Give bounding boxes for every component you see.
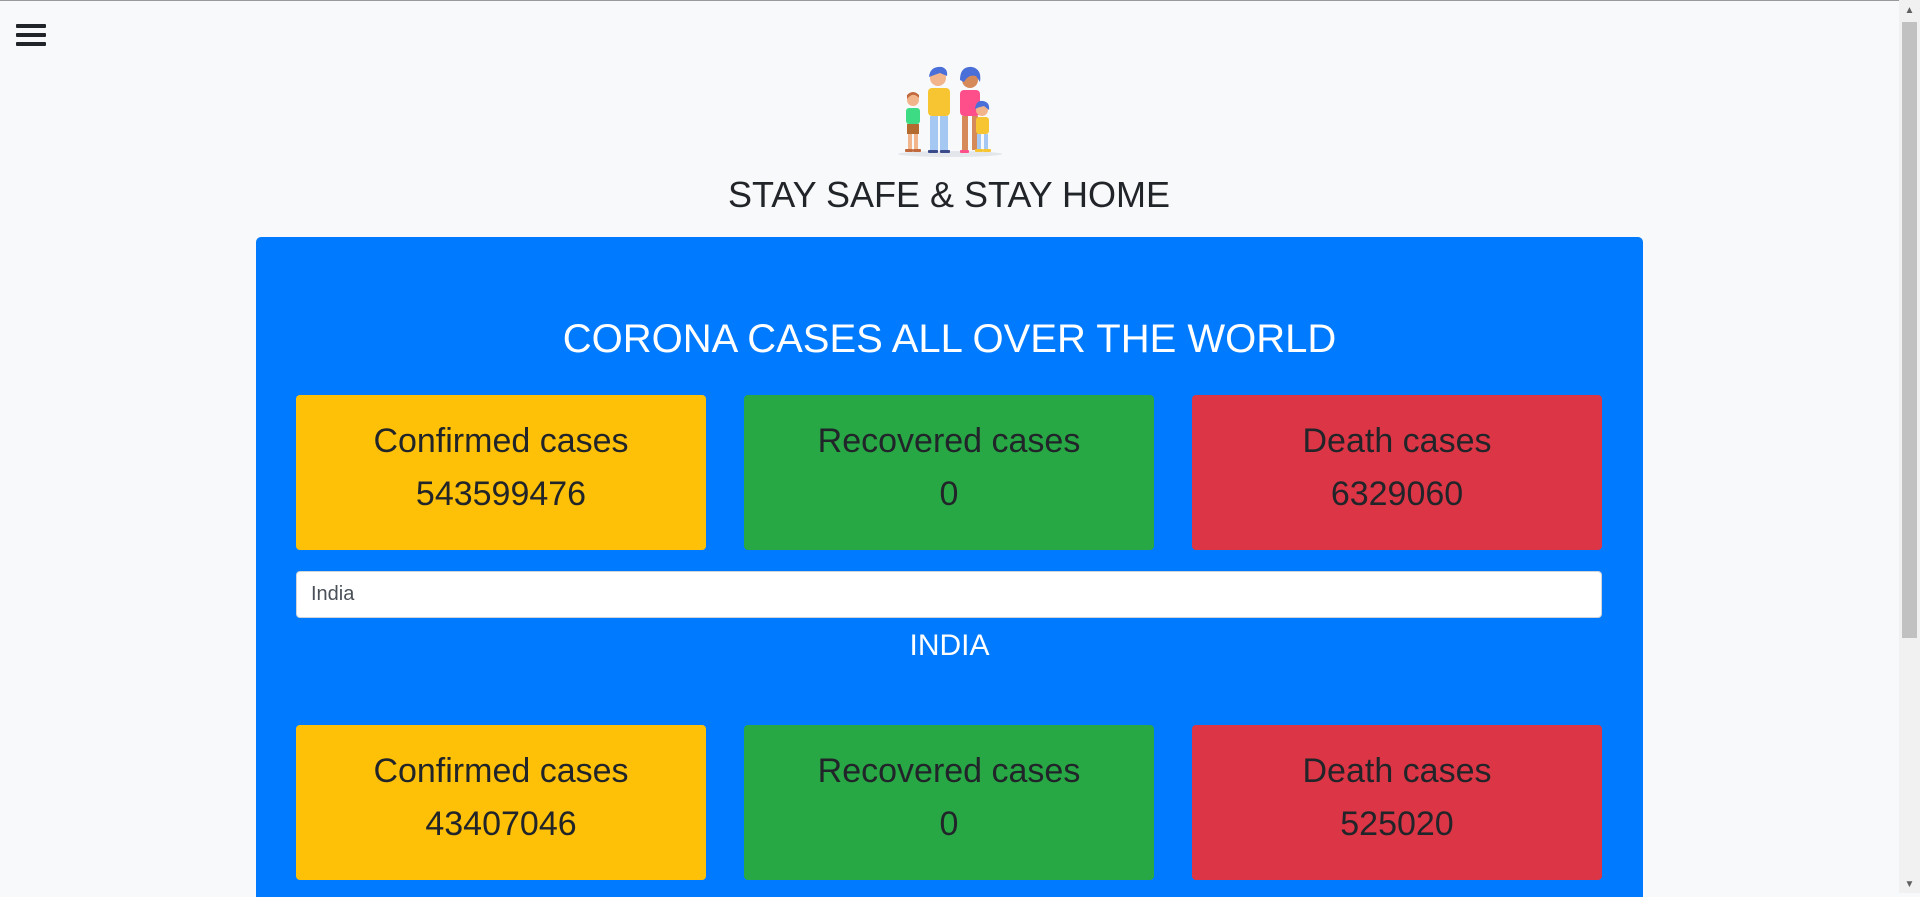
card-value: 0 <box>939 475 959 513</box>
country-name: INDIA <box>909 629 990 662</box>
world-recovered-card: Recovered cases 0 <box>744 395 1154 550</box>
card-label: Confirmed cases <box>373 752 629 790</box>
scroll-down-arrow-icon[interactable]: ▼ <box>1899 876 1920 893</box>
world-confirmed-card: Confirmed cases 543599476 <box>296 395 706 550</box>
card-label: Confirmed cases <box>373 422 629 460</box>
card-value: 6329060 <box>1330 475 1464 513</box>
window-top-border <box>0 0 1920 1</box>
card-value: 43407046 <box>425 805 577 843</box>
headline: STAY SAFE & STAY HOME <box>727 174 1171 215</box>
card-label: Death cases <box>1302 422 1492 460</box>
country-search-input[interactable] <box>296 571 1602 618</box>
menu-bar <box>16 24 46 28</box>
country-deaths-card: Death cases 525020 <box>1192 725 1602 880</box>
world-title: CORONA CASES ALL OVER THE WORLD <box>562 317 1337 361</box>
card-label: Recovered cases <box>817 752 1081 790</box>
card-value: 525020 <box>1340 805 1454 843</box>
hamburger-menu-icon[interactable] <box>16 22 46 48</box>
vertical-scrollbar[interactable]: ▲ ▼ <box>1899 0 1920 893</box>
family-illustration-icon <box>898 66 1002 157</box>
card-value: 0 <box>939 805 959 843</box>
card-label: Death cases <box>1302 752 1492 790</box>
stats-panel: CORONA CASES ALL OVER THE WORLD Confirme… <box>256 237 1643 897</box>
menu-bar <box>16 33 46 37</box>
world-deaths-card: Death cases 6329060 <box>1192 395 1602 550</box>
country-confirmed-card: Confirmed cases 43407046 <box>296 725 706 880</box>
country-recovered-card: Recovered cases 0 <box>744 725 1154 880</box>
scroll-up-arrow-icon[interactable]: ▲ <box>1899 2 1920 19</box>
scrollbar-thumb[interactable] <box>1902 22 1917 638</box>
card-value: 543599476 <box>415 475 587 513</box>
menu-bar <box>16 42 46 46</box>
card-label: Recovered cases <box>817 422 1081 460</box>
